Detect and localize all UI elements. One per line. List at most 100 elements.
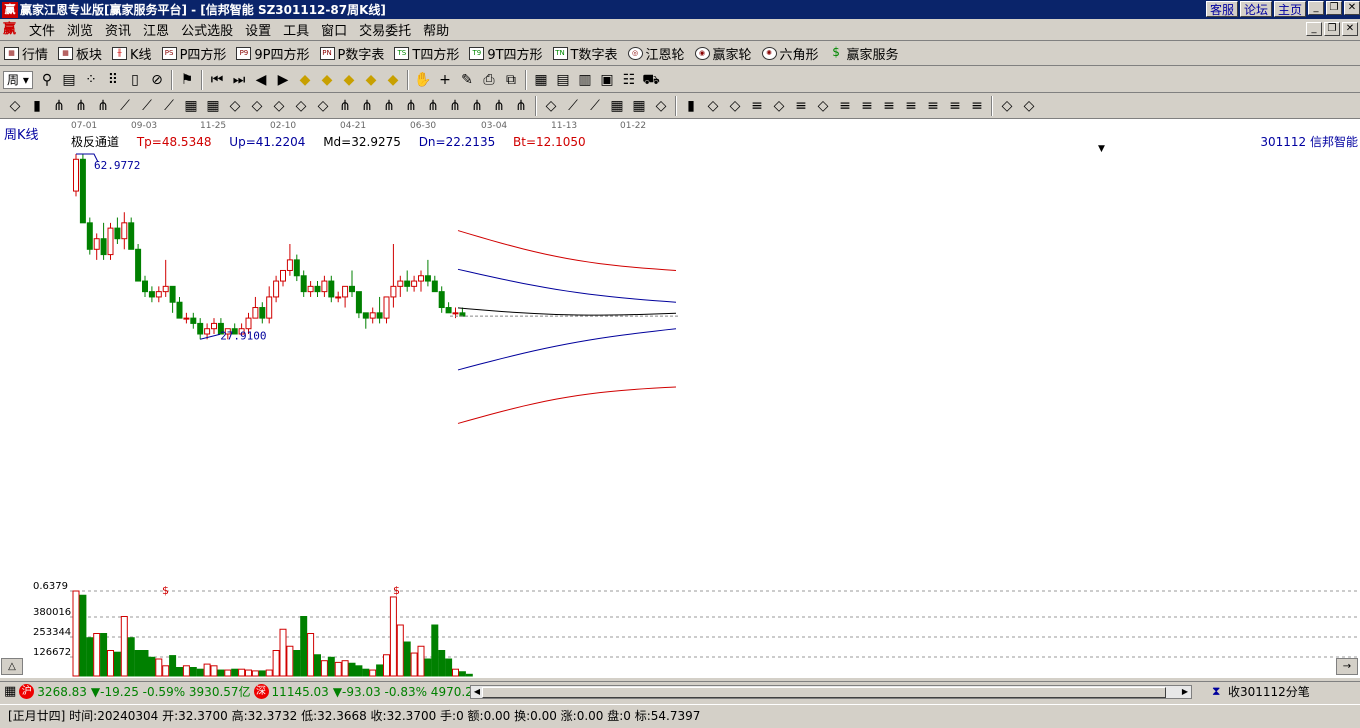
levels-icon[interactable]: ≡ [747,96,767,116]
hand-icon[interactable]: ✋ [413,70,433,90]
scissor-icon[interactable]: ◇ [703,96,723,116]
grid3-icon[interactable]: ▦ [629,96,649,116]
table-icon[interactable]: ▦ [4,684,16,699]
menu-settings[interactable]: 设置 [239,20,277,39]
fan2-icon[interactable]: ⟋ [137,96,157,116]
prev-icon[interactable]: ◀ [251,70,271,90]
tb-t-table[interactable]: TN T数字表 [549,44,618,63]
fan5-icon[interactable]: ⟋ [585,96,605,116]
grid-dot-icon[interactable]: ⁘ [81,70,101,90]
snow-icon[interactable]: ◇ [313,96,333,116]
circle-grid-icon[interactable]: ▦ [181,96,201,116]
grid-lines-icon[interactable]: ▦ [203,96,223,116]
tb-hexagon[interactable]: ✺ 六角形 [758,44,819,63]
pen-icon[interactable]: ✎ [457,70,477,90]
fork10-icon[interactable]: ⋔ [467,96,487,116]
child-minimize-button[interactable]: _ [1306,22,1322,36]
diamond3-icon[interactable]: ◆ [339,70,359,90]
fork7-icon[interactable]: ⋔ [401,96,421,116]
bars-icon[interactable]: ▮ [27,96,47,116]
angle-icon[interactable]: ◇ [225,96,245,116]
tb-sectors[interactable]: ▦ 板块 [54,44,102,63]
sun-icon[interactable]: ◇ [291,96,311,116]
truck-icon[interactable]: ⛟ [641,70,661,90]
link-support[interactable]: 客服 [1205,1,1238,17]
period-icon[interactable]: ▯ [125,70,145,90]
fork6-icon[interactable]: ⋔ [379,96,399,116]
stop-icon[interactable]: ⊘ [147,70,167,90]
scroll-right-arrow-icon[interactable]: ▶ [1179,686,1191,698]
fork9-icon[interactable]: ⋔ [445,96,465,116]
menu-trade[interactable]: 交易委托 [353,20,417,39]
restore-button[interactable]: ❐ [1326,1,1342,15]
menu-file[interactable]: 文件 [23,20,61,39]
chart-plot[interactable]: 62.9772 27.9100 0.6379 380016 253344 126672 $ $ [0,119,1360,678]
fork5-icon[interactable]: ⋔ [357,96,377,116]
fork3-icon[interactable]: ⋔ [93,96,113,116]
tb-service[interactable]: $ 赢家服务 [825,44,898,63]
group-icon[interactable]: ☷ [619,70,639,90]
lines-icon[interactable]: ◇ [651,96,671,116]
tb-9p-square[interactable]: P9 9P四方形 [232,44,310,63]
levels7-icon[interactable]: ≡ [923,96,943,116]
levels5-icon[interactable]: ≡ [879,96,899,116]
calendar-icon[interactable]: ▦ [531,70,551,90]
levels9-icon[interactable]: ≡ [967,96,987,116]
scroll-thumb[interactable] [482,687,1166,698]
fork8-icon[interactable]: ⋔ [423,96,443,116]
copy-icon[interactable]: ▤ [59,70,79,90]
tb-p-table[interactable]: PN P数字表 [316,44,384,63]
close-button[interactable]: ✕ [1344,1,1360,15]
save-icon[interactable]: ▣ [597,70,617,90]
child-restore-button[interactable]: ❐ [1324,22,1340,36]
menu-window[interactable]: 窗口 [315,20,353,39]
calc-icon[interactable]: ▤ [553,70,573,90]
minimize-button[interactable]: _ [1308,1,1324,15]
tb-gann-wheel[interactable]: ◎ 江恩轮 [624,44,685,63]
yinyang-icon[interactable]: ◇ [997,96,1017,116]
dots-icon[interactable]: ⠿ [103,70,123,90]
zoom-icon[interactable]: ⚲ [37,70,57,90]
levels8-icon[interactable]: ≡ [945,96,965,116]
coin-icon[interactable]: ◇ [769,96,789,116]
tb-kline[interactable]: ╫ K线 [108,44,152,63]
fork2-icon[interactable]: ⋔ [71,96,91,116]
tb-9t-square[interactable]: T9 9T四方形 [465,44,543,63]
target-icon[interactable]: ◇ [269,96,289,116]
diamond2-icon[interactable]: ◆ [317,70,337,90]
tb-quotes[interactable]: ▦ 行情 [0,44,48,63]
menu-tools[interactable]: 工具 [277,20,315,39]
tb-t-square[interactable]: TS T四方形 [390,44,459,63]
levels2-icon[interactable]: ≡ [791,96,811,116]
child-close-button[interactable]: ✕ [1342,22,1358,36]
flag-icon[interactable]: ⚑ [177,70,197,90]
printer-icon[interactable]: ⎙ [479,70,499,90]
link-forum[interactable]: 论坛 [1239,1,1272,17]
levels3-icon[interactable]: ≡ [835,96,855,116]
last-icon[interactable]: ⏭ [229,70,249,90]
percent-icon[interactable]: ◇ [725,96,745,116]
pencil-icon[interactable]: ◇ [5,96,25,116]
fork12-icon[interactable]: ⋔ [511,96,531,116]
menu-gann[interactable]: 江恩 [137,20,175,39]
fork-icon[interactable]: ⋔ [49,96,69,116]
triangle-icon[interactable]: ◇ [247,96,267,116]
menu-browse[interactable]: 浏览 [61,20,99,39]
ticker-text[interactable]: 收301112分笔 [1228,683,1310,700]
menu-formula[interactable]: 公式选股 [175,20,239,39]
diamond5-icon[interactable]: ◆ [383,70,403,90]
fork11-icon[interactable]: ⋔ [489,96,509,116]
levels6-icon[interactable]: ≡ [901,96,921,116]
fan3-icon[interactable]: ⟋ [159,96,179,116]
tb-p-square[interactable]: PS P四方形 [158,44,226,63]
scroll-right-icon[interactable]: → [1336,658,1358,675]
fan-icon[interactable]: ⟋ [115,96,135,116]
horizontal-scrollbar[interactable]: ◀ ▶ [470,685,1192,699]
cross-icon[interactable]: + [435,70,455,90]
fan4-icon[interactable]: ⟋ [563,96,583,116]
copy2-icon[interactable]: ⧉ [501,70,521,90]
chart-area[interactable]: 62.9772 27.9100 0.6379 380016 253344 126672 $ $… [0,119,1360,678]
infinity-icon[interactable]: ◇ [1019,96,1039,116]
diamond1-icon[interactable]: ◆ [295,70,315,90]
table-icon[interactable]: ▥ [575,70,595,90]
